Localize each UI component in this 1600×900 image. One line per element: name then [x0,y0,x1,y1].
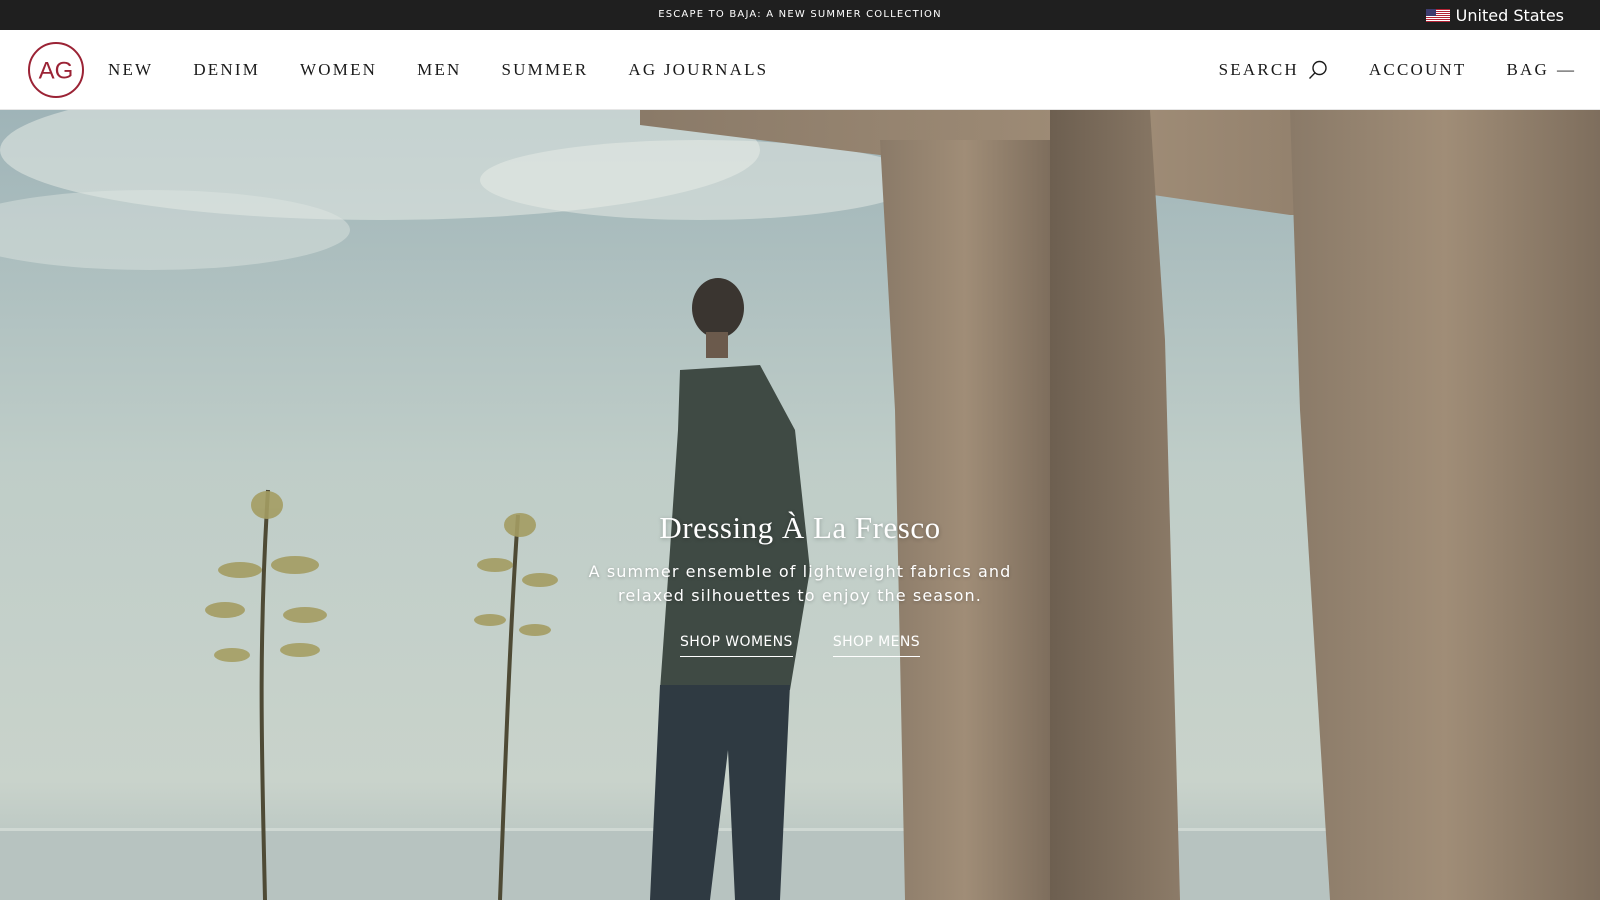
hero-image [0,110,1600,900]
us-flag-icon [1425,8,1450,22]
search-icon [1308,60,1327,79]
shop-mens-button[interactable]: SHOP MENS [832,634,921,657]
search-button[interactable]: SEARCH [1219,59,1329,81]
account-label: ACCOUNT [1368,60,1467,79]
region-selector[interactable]: United States [1425,0,1564,30]
nav-item-new[interactable]: NEW [108,60,153,80]
nav-item-summer[interactable]: SUMMER [502,60,589,80]
site-header: AG NEW DENIM WOMEN MEN SUMMER AG JOURNAL… [0,30,1600,110]
search-label: SEARCH [1218,60,1299,79]
bag-button[interactable]: BAG — [1507,60,1575,80]
bag-label: BAG [1506,60,1549,79]
account-link[interactable]: ACCOUNT [1369,60,1467,80]
bag-count: — [1557,60,1574,79]
hero-copy: Dressing À La Fresco A summer ensemble o… [0,510,1600,657]
nav-item-women[interactable]: WOMEN [300,60,377,80]
announcement-bar: ESCAPE TO BAJA: A NEW SUMMER COLLECTION … [0,0,1600,30]
hero-subtitle: A summer ensemble of lightweight fabrics… [588,562,1012,605]
ag-logo[interactable]: AG [27,41,85,99]
main-nav: NEW DENIM WOMEN MEN SUMMER AG JOURNALS [108,30,808,110]
shop-womens-button[interactable]: SHOP WOMENS [679,634,793,657]
region-label: United States [1455,5,1564,25]
logo-text: AG [39,58,74,85]
nav-item-ag-journals[interactable]: AG JOURNALS [628,60,768,80]
header-utilities: SEARCH ACCOUNT BAG — [1219,30,1574,110]
hero-cta-group: SHOP WOMENS SHOP MENS [0,634,1600,657]
nav-item-denim[interactable]: DENIM [193,60,260,80]
hero-section: Dressing À La Fresco A summer ensemble o… [0,110,1600,900]
announcement-text[interactable]: ESCAPE TO BAJA: A NEW SUMMER COLLECTION [0,0,1600,30]
hero-title: Dressing À La Fresco [659,510,941,545]
nav-item-men[interactable]: MEN [417,60,461,80]
